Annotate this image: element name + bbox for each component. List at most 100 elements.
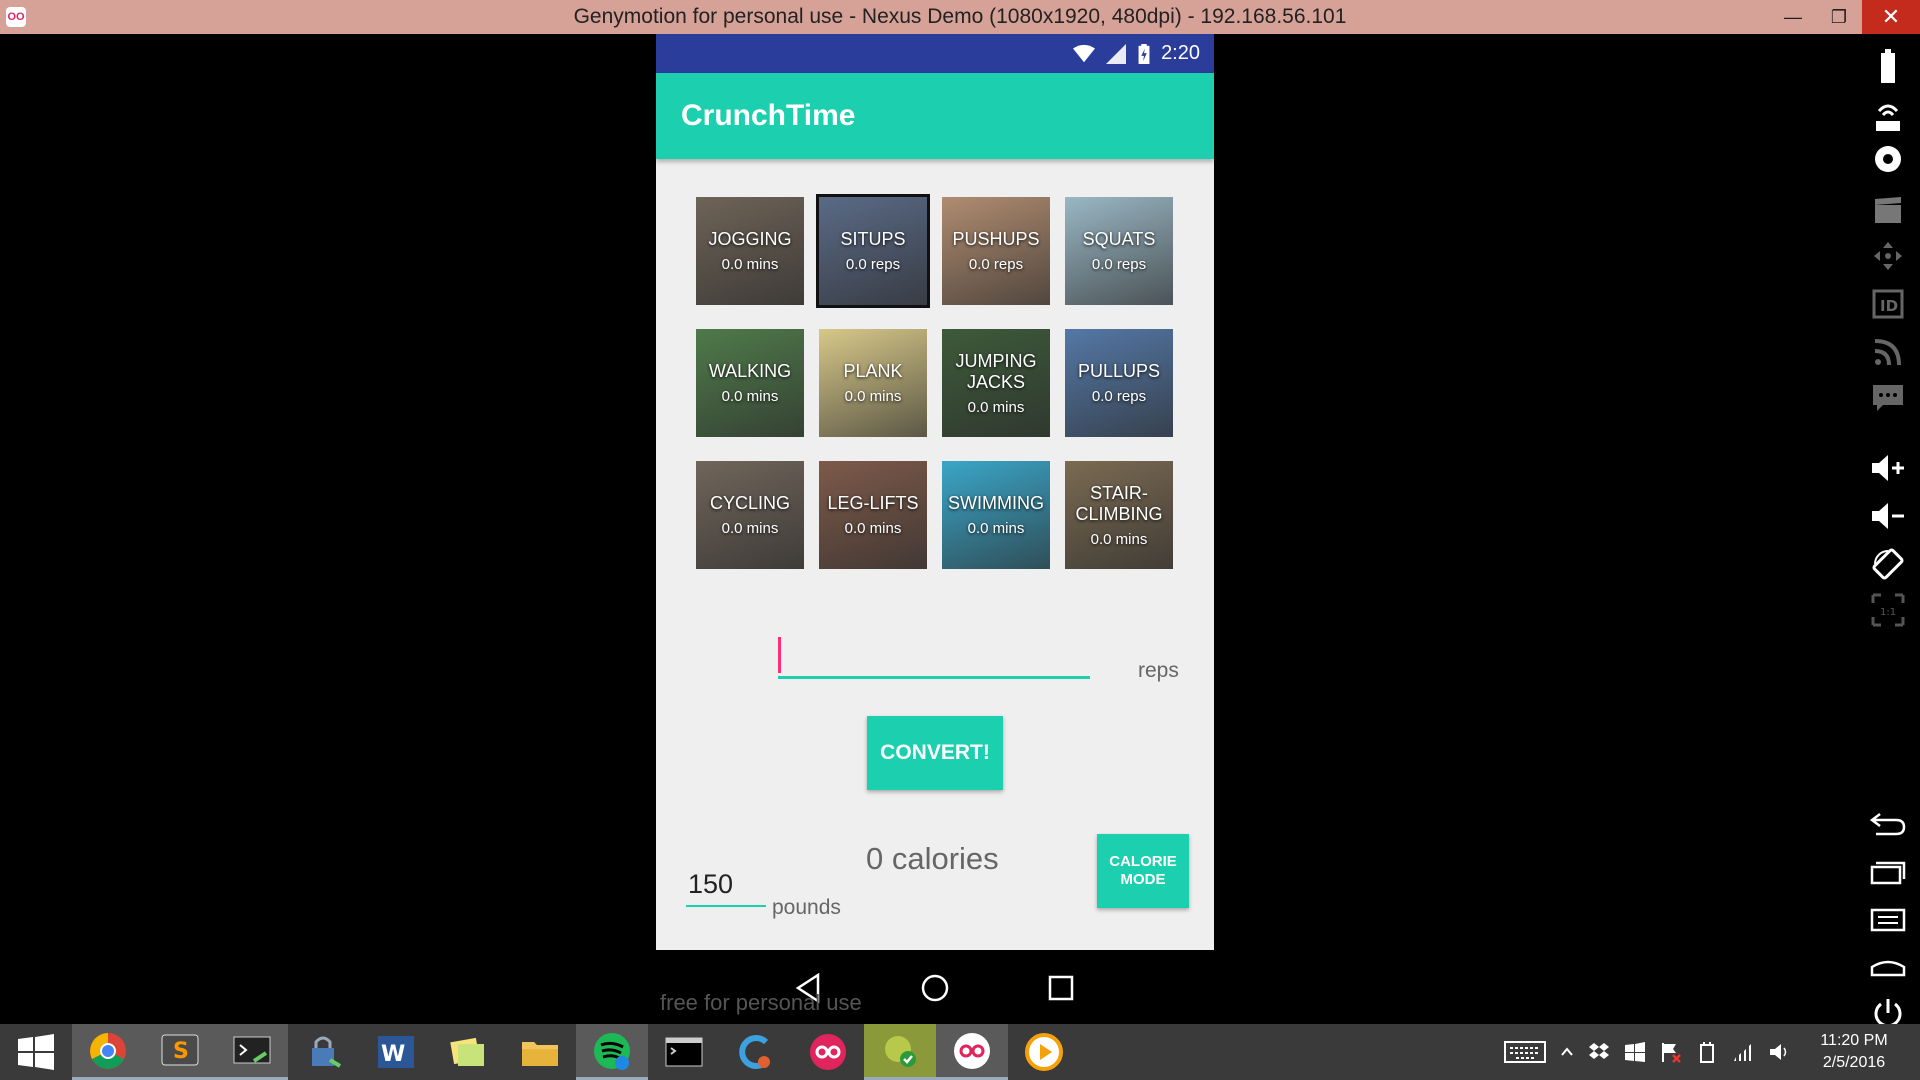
network-icon[interactable] — [1732, 1041, 1754, 1063]
windows-taskbar: S W 11:20 PM 2/5/2016 — [0, 1024, 1920, 1080]
exercise-grid: JOGGING 0.0 mins SITUPS 0.0 reps PUSHUPS 0.0 … — [696, 194, 1173, 569]
calorie-mode-button[interactable]: CALORIE MODE — [1097, 834, 1189, 908]
exercise-tile-jogging[interactable]: JOGGING 0.0 mins — [696, 197, 804, 305]
sms-tool-icon[interactable] — [1868, 378, 1908, 418]
svg-text:ID: ID — [1880, 297, 1898, 315]
exercise-tile-walking[interactable]: WALKING 0.0 mins — [696, 329, 804, 437]
maximize-button[interactable]: ❐ — [1816, 0, 1862, 34]
exercise-tile-situps[interactable]: SITUPS 0.0 reps — [816, 194, 930, 308]
status-time: 2:20 — [1161, 42, 1200, 64]
volume-down-icon[interactable] — [1868, 496, 1908, 536]
amount-input[interactable] — [778, 629, 1090, 679]
exercise-tile-pullups[interactable]: PULLUPS 0.0 reps — [1065, 329, 1173, 437]
recents-icon[interactable] — [1044, 971, 1078, 1005]
exercise-tile-squats[interactable]: SQUATS 0.0 reps — [1065, 197, 1173, 305]
exercise-tile-plank[interactable]: PLANK 0.0 mins — [819, 329, 927, 437]
exercise-tile-pushups[interactable]: PUSHUPS 0.0 reps — [942, 197, 1050, 305]
recent-apps-tool-icon[interactable] — [1868, 852, 1908, 892]
spotify-icon — [594, 1032, 630, 1070]
exercise-value: 0.0 reps — [1091, 388, 1147, 405]
exercise-name: JUMPING JACKS — [955, 350, 1037, 392]
rotate-icon[interactable] — [1868, 544, 1908, 584]
webcam-tool-icon[interactable] — [1868, 142, 1908, 182]
security-app-icon — [312, 1036, 342, 1068]
minimize-button[interactable]: — — [1770, 0, 1816, 34]
volume-up-icon[interactable] — [1868, 448, 1908, 488]
windows-flag-icon[interactable] — [1624, 1041, 1646, 1063]
exercise-tile-stair-climbing[interactable]: STAIR-CLIMBING 0.0 mins — [1065, 461, 1173, 569]
amount-unit-label: reps — [1138, 659, 1179, 682]
android-home-tool-icon[interactable] — [1868, 946, 1908, 986]
app-icon — [739, 1035, 770, 1069]
clock-time: 11:20 PM — [1820, 1032, 1888, 1049]
exercise-tile-swimming[interactable]: SWIMMING 0.0 mins — [942, 461, 1050, 569]
taskbar-file-explorer[interactable] — [504, 1024, 576, 1080]
taskbar-cmd[interactable] — [648, 1024, 720, 1080]
android-back-tool-icon[interactable] — [1868, 804, 1908, 844]
exercise-value: 0.0 mins — [721, 520, 779, 537]
cmd-icon — [665, 1037, 703, 1067]
sublime-text-icon: S — [161, 1034, 199, 1065]
battery-charging-icon — [1138, 43, 1150, 64]
taskbar-sticky-notes[interactable] — [432, 1024, 504, 1080]
action-center-flag-icon[interactable] — [1660, 1041, 1682, 1063]
exercise-tile-leg-lifts[interactable]: LEG-LIFTS 0.0 mins — [819, 461, 927, 569]
exercise-value: 0.0 reps — [1091, 256, 1147, 273]
capture-tool-icon[interactable] — [1868, 190, 1908, 230]
exercise-name: JOGGING — [708, 229, 792, 249]
move-tool-icon[interactable] — [1868, 236, 1908, 276]
taskbar-genymotion-active[interactable] — [936, 1024, 1008, 1080]
exercise-value: 0.0 reps — [845, 256, 901, 273]
pixel-perfect-icon[interactable]: 1:1 — [1868, 590, 1908, 630]
media-player-icon — [1025, 1033, 1063, 1071]
taskbar-clock[interactable]: 11:20 PM 2/5/2016 — [1804, 1030, 1904, 1074]
home-icon[interactable] — [918, 971, 952, 1005]
taskbar-check-app[interactable] — [864, 1024, 936, 1080]
power-plug-icon[interactable] — [1696, 1041, 1718, 1063]
keyboard-icon[interactable] — [1504, 1040, 1546, 1064]
signal-icon — [1106, 43, 1127, 64]
dropbox-icon[interactable] — [1588, 1041, 1610, 1063]
weight-unit-label: pounds — [772, 896, 841, 919]
windows-start-button[interactable] — [0, 1024, 72, 1080]
exercise-name: SQUATS — [1082, 229, 1156, 249]
rss-tool-icon[interactable] — [1868, 332, 1908, 372]
exercise-value: 0.0 mins — [844, 388, 902, 405]
terminal-app-icon — [233, 1036, 271, 1063]
battery-tool-icon[interactable] — [1868, 46, 1908, 86]
exercise-name: PLANK — [843, 361, 903, 381]
speaker-icon[interactable] — [1768, 1041, 1790, 1063]
taskbar-security-app[interactable] — [288, 1024, 360, 1080]
id-tool-icon[interactable]: ID — [1868, 284, 1908, 324]
app-toolbar: CrunchTime — [656, 73, 1214, 159]
wifi-icon — [1073, 44, 1096, 62]
window-title: Genymotion for personal use - Nexus Demo… — [573, 5, 1347, 28]
taskbar-word[interactable]: W — [360, 1024, 432, 1080]
taskbar-terminal-app[interactable] — [216, 1024, 288, 1080]
exercise-name: SWIMMING — [948, 493, 1044, 513]
taskbar-media-player[interactable] — [1008, 1024, 1080, 1080]
exercise-name: PUSHUPS — [952, 229, 1040, 249]
gps-tool-icon[interactable] — [1868, 96, 1908, 136]
close-button[interactable]: ✕ — [1862, 0, 1920, 34]
menu-tool-icon[interactable] — [1868, 900, 1908, 940]
calories-result: 0 calories — [866, 841, 999, 876]
exercise-value: 0.0 mins — [1090, 530, 1148, 548]
check-app-icon — [885, 1035, 916, 1067]
window-controls: — ❐ ✕ — [1770, 0, 1920, 34]
file-explorer-icon — [522, 1042, 558, 1066]
taskbar-chrome[interactable] — [72, 1024, 144, 1080]
taskbar-spotify[interactable] — [576, 1024, 648, 1080]
weight-input[interactable]: 150 — [686, 869, 766, 907]
chevron-up-icon[interactable] — [1560, 1045, 1574, 1059]
window-titlebar: OO Genymotion for personal use - Nexus D… — [0, 0, 1920, 34]
exercise-name: CYCLING — [709, 493, 790, 513]
sticky-notes-icon — [450, 1037, 484, 1066]
taskbar-genymotion[interactable] — [792, 1024, 864, 1080]
phone-screen: 2:20 CrunchTime JOGGING 0.0 mins SITUPS 0.0… — [656, 34, 1214, 950]
taskbar-sublime[interactable]: S — [144, 1024, 216, 1080]
taskbar-app[interactable] — [720, 1024, 792, 1080]
exercise-tile-jumping-jacks[interactable]: JUMPING JACKS 0.0 mins — [942, 329, 1050, 437]
exercise-tile-cycling[interactable]: CYCLING 0.0 mins — [696, 461, 804, 569]
convert-button[interactable]: CONVERT! — [867, 716, 1003, 790]
